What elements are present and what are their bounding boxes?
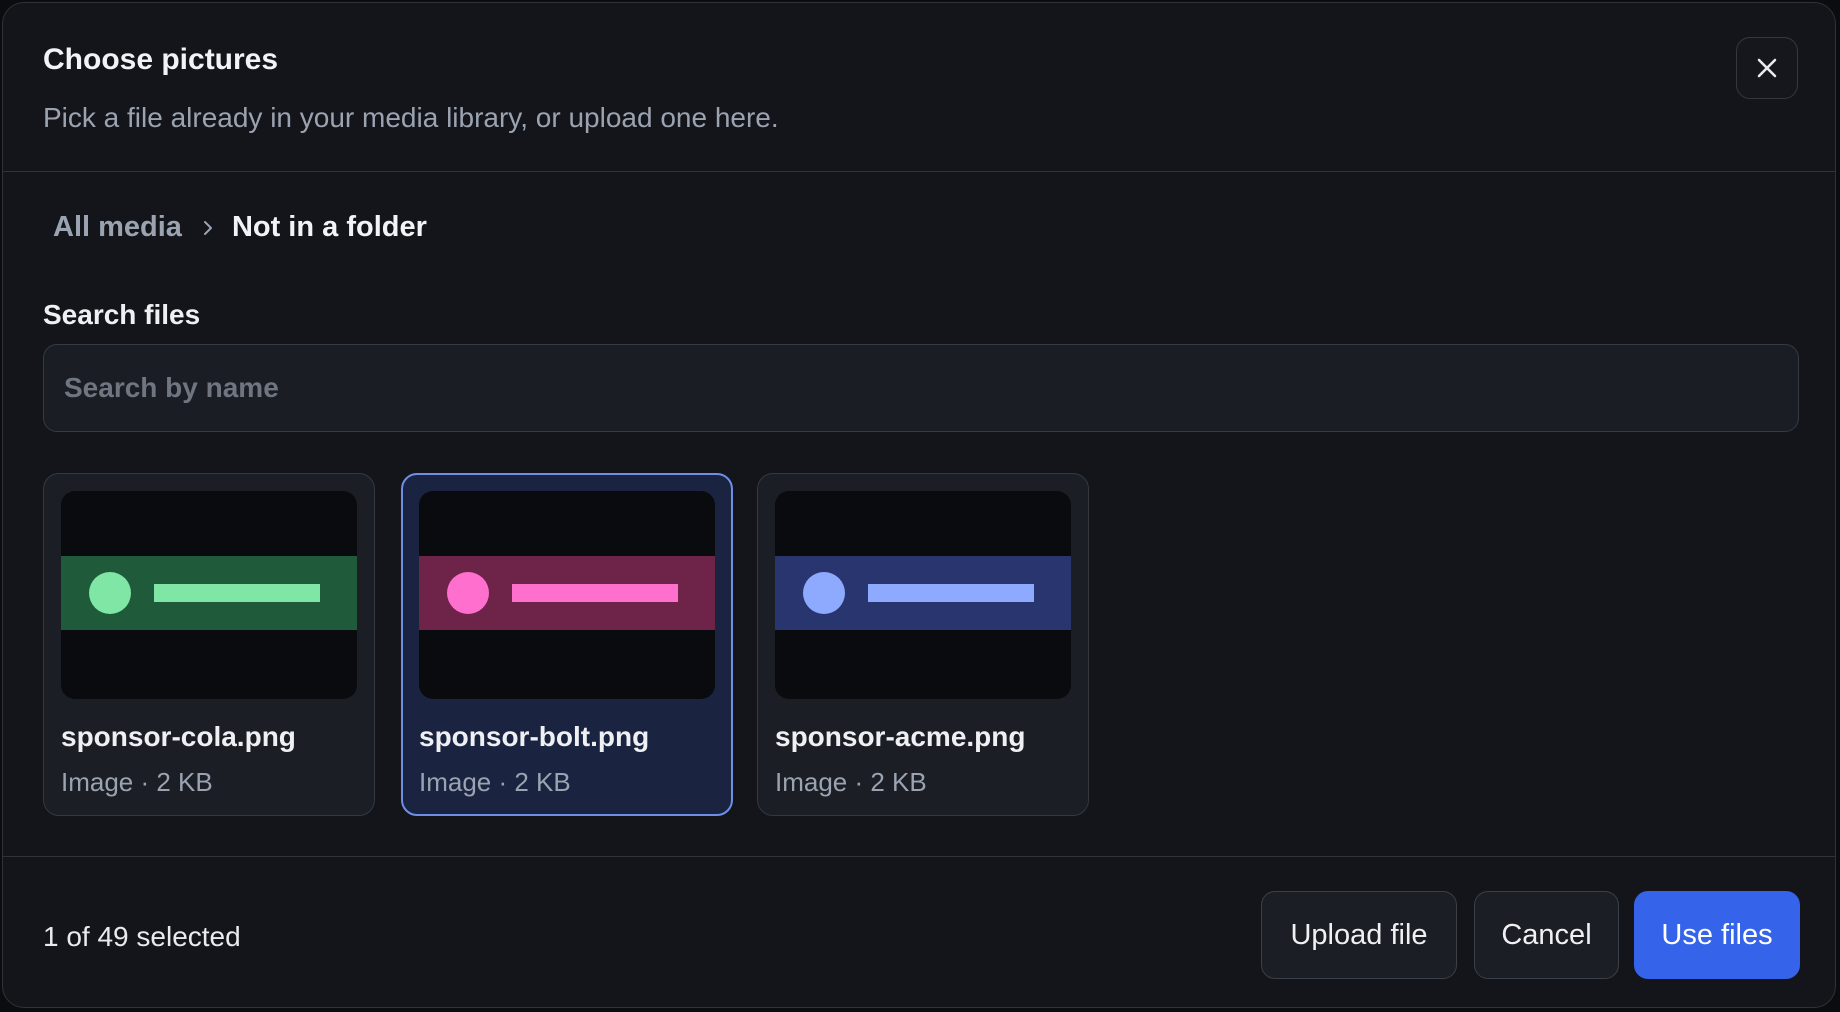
file-name: sponsor-acme.png [775,721,1026,752]
file-thumbnail [419,491,715,699]
file-thumbnail [61,491,357,699]
thumbnail-bar [154,584,320,602]
chevron-right-icon [202,219,214,237]
file-card-sponsor-bolt[interactable]: sponsor-bolt.png Image · 2 KB [401,473,733,816]
search-label: Search files [43,299,201,330]
thumbnail-band [775,556,1071,630]
thumbnail-band [419,556,715,630]
thumbnail-dot [447,572,489,614]
file-card-sponsor-cola[interactable]: sponsor-cola.png Image · 2 KB [43,473,375,816]
media-picker-dialog: Choose pictures Pick a file already in y… [2,2,1836,1008]
dialog-title: Choose pictures [43,43,279,76]
breadcrumb-all-media[interactable]: All media [53,211,182,244]
thumbnail-dot [89,572,131,614]
upload-file-button[interactable]: Upload file [1261,891,1457,979]
dialog-footer: 1 of 49 selected Upload file Cancel Use … [3,856,1835,1007]
cancel-button[interactable]: Cancel [1474,891,1619,979]
thumbnail-band [61,556,357,630]
file-meta: Image · 2 KB [419,767,571,797]
file-card-sponsor-acme[interactable]: sponsor-acme.png Image · 2 KB [757,473,1089,816]
file-meta: Image · 2 KB [775,767,927,797]
thumbnail-bar [868,584,1034,602]
breadcrumb: All media Not in a folder [53,211,427,244]
file-name: sponsor-bolt.png [419,721,650,752]
thumbnail-bar [512,584,678,602]
breadcrumb-current-folder: Not in a folder [231,211,427,243]
thumbnail-dot [803,572,845,614]
dialog-subtitle: Pick a file already in your media librar… [43,102,779,133]
dialog-header: Choose pictures Pick a file already in y… [3,3,1835,172]
close-button[interactable] [1736,37,1798,99]
file-name: sponsor-cola.png [61,721,296,752]
selection-count: 1 of 49 selected [43,921,241,952]
close-icon [1757,58,1777,78]
use-files-button[interactable]: Use files [1634,891,1800,979]
file-thumbnail [775,491,1071,699]
file-meta: Image · 2 KB [61,767,213,797]
search-input[interactable] [43,344,1799,432]
